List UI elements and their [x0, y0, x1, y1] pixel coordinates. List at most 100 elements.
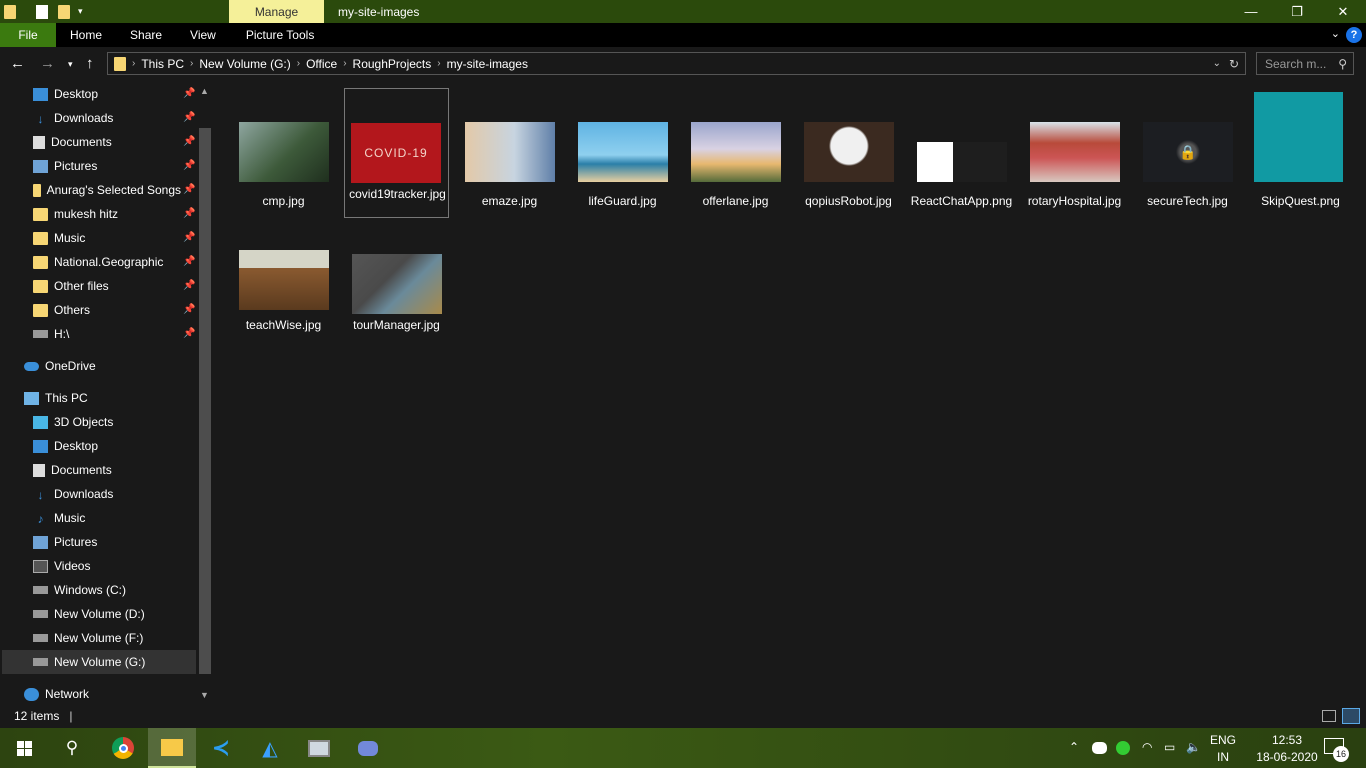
- breadcrumb-this-pc[interactable]: This PC: [141, 57, 184, 71]
- file-tile-lifeguard[interactable]: lifeGuard.jpg: [570, 88, 675, 218]
- discord-icon[interactable]: [344, 728, 392, 768]
- sidebar-item-videos[interactable]: Videos: [33, 554, 90, 578]
- sidebar-item-mukesh-hitz[interactable]: mukesh hitz: [33, 202, 118, 226]
- expand-ribbon-icon[interactable]: ⌄: [1331, 27, 1340, 40]
- new-folder-icon[interactable]: [58, 4, 70, 19]
- breadcrumb-roughprojects[interactable]: RoughProjects: [353, 57, 432, 71]
- app-icon[interactable]: ◭: [246, 728, 294, 768]
- tab-home[interactable]: Home: [56, 23, 116, 47]
- pin-icon[interactable]: 📌: [183, 136, 195, 147]
- pin-icon[interactable]: 📌: [183, 88, 195, 99]
- pin-icon[interactable]: 📌: [183, 328, 195, 339]
- file-tile-cmp[interactable]: cmp.jpg: [231, 88, 336, 218]
- pin-icon[interactable]: 📌: [183, 232, 195, 243]
- sidebar-item-this-pc[interactable]: This PC: [24, 386, 88, 410]
- tab-view[interactable]: View: [176, 23, 230, 47]
- sidebar-item-anurags-selected-songs[interactable]: Anurag's Selected Songs: [33, 178, 181, 202]
- breadcrumb-new-volume-g[interactable]: New Volume (G:): [199, 57, 290, 71]
- forward-arrow-icon[interactable]: →: [40, 55, 55, 72]
- pin-icon[interactable]: 📌: [183, 184, 195, 195]
- minimize-button[interactable]: —: [1228, 0, 1274, 23]
- security-tray-icon[interactable]: [1116, 741, 1130, 755]
- address-bar[interactable]: › This PC › New Volume (G:) › Office › R…: [107, 52, 1246, 75]
- show-hidden-icons-icon[interactable]: ⌃: [1069, 740, 1079, 754]
- sidebar-item-other-files[interactable]: Other files: [33, 274, 109, 298]
- sidebar-item-new-volume-d[interactable]: New Volume (D:): [33, 602, 145, 626]
- sidebar-item-pictures[interactable]: Pictures: [33, 154, 97, 178]
- file-tile-qopiusrobot[interactable]: qopiusRobot.jpg: [796, 88, 901, 218]
- sidebar-item-new-volume-g[interactable]: New Volume (G:): [2, 650, 196, 674]
- sidebar-item-network[interactable]: Network: [24, 682, 89, 706]
- sidebar-item-music-pc[interactable]: ♪ Music: [33, 506, 86, 530]
- back-arrow-icon[interactable]: ←: [10, 55, 25, 72]
- sidebar-item-windows-c[interactable]: Windows (C:): [33, 578, 126, 602]
- search-icon[interactable]: ⚲: [48, 728, 96, 768]
- customize-quick-access-icon[interactable]: ▾: [78, 6, 83, 17]
- scroll-down-icon[interactable]: ▼: [200, 690, 209, 700]
- tab-picture-tools[interactable]: Picture Tools: [232, 23, 328, 47]
- sidebar-item-new-volume-f[interactable]: New Volume (F:): [33, 626, 143, 650]
- pin-icon[interactable]: 📌: [183, 304, 195, 315]
- pin-icon[interactable]: 📌: [183, 112, 195, 123]
- file-tile-reactchatapp[interactable]: ReactChatApp.png: [909, 88, 1014, 218]
- file-tile-tourmanager[interactable]: tourManager.jpg: [344, 216, 449, 346]
- refresh-icon[interactable]: ↻: [1229, 57, 1239, 71]
- file-tile-covid19tracker[interactable]: COVID-19 covid19tracker.jpg: [344, 88, 449, 218]
- discord-tray-icon[interactable]: [1092, 742, 1107, 754]
- sidebar-item-national-geographic[interactable]: National.Geographic: [33, 250, 163, 274]
- properties-icon[interactable]: [36, 4, 48, 19]
- tab-manage[interactable]: Manage: [229, 0, 324, 23]
- chevron-right-icon[interactable]: ›: [190, 58, 193, 69]
- chevron-right-icon[interactable]: ›: [132, 58, 135, 69]
- recent-locations-icon[interactable]: ▾: [68, 59, 73, 70]
- pin-icon[interactable]: 📌: [183, 280, 195, 291]
- photos-icon[interactable]: [295, 728, 343, 768]
- breadcrumb-my-site-images[interactable]: my-site-images: [447, 57, 528, 71]
- maximize-button[interactable]: ❐: [1274, 0, 1320, 23]
- chrome-icon[interactable]: [99, 728, 147, 768]
- sidebar-scrollbar[interactable]: [199, 128, 211, 674]
- tab-file[interactable]: File: [0, 23, 56, 47]
- sidebar-item-downloads-pc[interactable]: ↓ Downloads: [33, 482, 114, 506]
- language-indicator[interactable]: ENG IN: [1210, 732, 1236, 766]
- tab-share[interactable]: Share: [116, 23, 176, 47]
- close-button[interactable]: ✕: [1320, 0, 1366, 23]
- chevron-right-icon[interactable]: ›: [343, 58, 346, 69]
- sidebar-item-documents-pc[interactable]: Documents: [33, 458, 112, 482]
- chevron-right-icon[interactable]: ›: [297, 58, 300, 69]
- chevron-right-icon[interactable]: ›: [437, 58, 440, 69]
- pin-icon[interactable]: 📌: [183, 256, 195, 267]
- vscode-icon[interactable]: ≺: [197, 728, 245, 768]
- file-explorer-icon[interactable]: [148, 728, 196, 768]
- file-tile-skipquest[interactable]: SkipQuest.png: [1248, 88, 1353, 218]
- search-input[interactable]: Search m... ⚲: [1256, 52, 1354, 75]
- file-tile-emaze[interactable]: emaze.jpg: [457, 88, 562, 218]
- breadcrumb-office[interactable]: Office: [306, 57, 337, 71]
- large-icons-view-icon[interactable]: [1342, 708, 1360, 724]
- file-tile-teachwise[interactable]: teachWise.jpg: [231, 216, 336, 346]
- sidebar-item-onedrive[interactable]: OneDrive: [24, 354, 96, 378]
- details-view-icon[interactable]: [1322, 710, 1336, 722]
- up-arrow-icon[interactable]: ↑: [86, 55, 94, 72]
- sidebar-item-h-drive[interactable]: H:\: [33, 322, 69, 346]
- volume-icon[interactable]: 🔈: [1186, 740, 1201, 754]
- battery-icon[interactable]: ▭: [1164, 740, 1175, 754]
- address-dropdown-icon[interactable]: ⌄: [1213, 58, 1221, 69]
- sidebar-item-others[interactable]: Others: [33, 298, 90, 322]
- sidebar-item-documents[interactable]: Documents: [33, 130, 112, 154]
- wifi-icon[interactable]: ◠: [1142, 740, 1152, 754]
- file-tile-rotaryhospital[interactable]: rotaryHospital.jpg: [1022, 88, 1127, 218]
- file-tile-securetech[interactable]: 🔒 secureTech.jpg: [1135, 88, 1240, 218]
- sidebar-item-downloads[interactable]: ↓ Downloads: [33, 106, 114, 130]
- scroll-up-icon[interactable]: ▲: [200, 86, 209, 96]
- sidebar-item-3d-objects[interactable]: 3D Objects: [33, 410, 113, 434]
- start-button[interactable]: [0, 728, 48, 768]
- sidebar-item-desktop-pc[interactable]: Desktop: [33, 434, 98, 458]
- help-button[interactable]: ?: [1346, 27, 1362, 43]
- clock[interactable]: 12:53 18-06-2020: [1252, 732, 1322, 766]
- sidebar-item-music-pinned[interactable]: Music: [33, 226, 85, 250]
- file-tile-offerlane[interactable]: offerlane.jpg: [683, 88, 788, 218]
- pin-icon[interactable]: 📌: [183, 160, 195, 171]
- sidebar-item-pictures-pc[interactable]: Pictures: [33, 530, 97, 554]
- pin-icon[interactable]: 📌: [183, 208, 195, 219]
